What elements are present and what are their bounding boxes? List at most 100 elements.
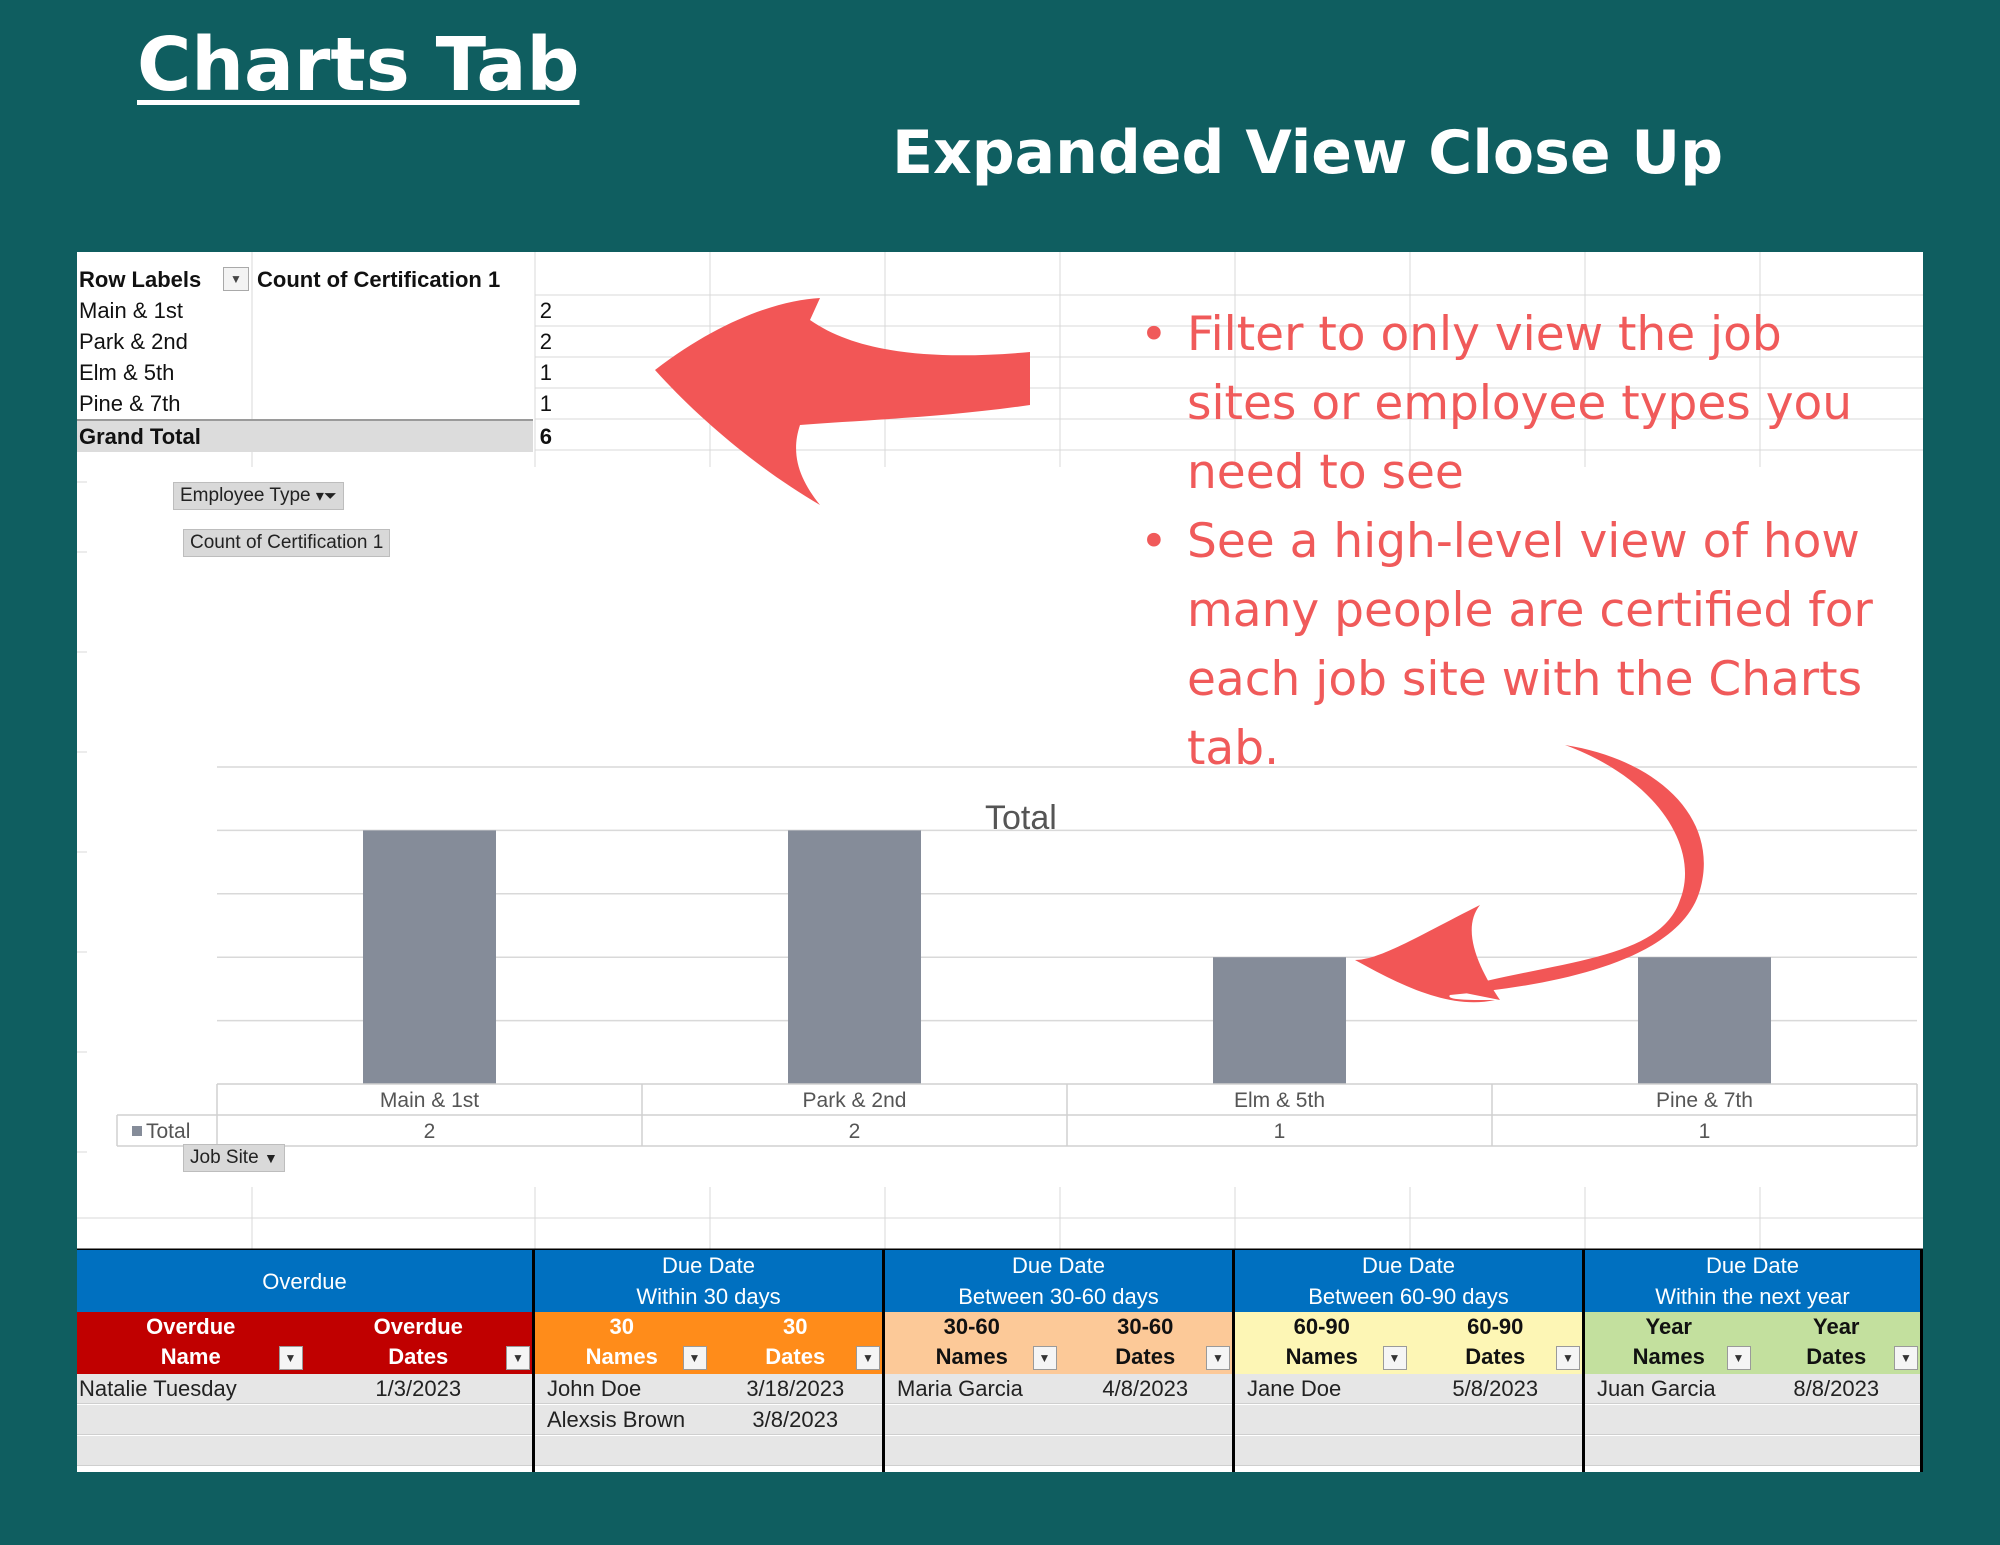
due-group: Overdue Overdue Name ▼ Overdue Dates ▼ Natali… — [77, 1250, 535, 1472]
group-header: Overdue — [77, 1250, 532, 1312]
column-header-label: Year Dates — [1806, 1314, 1867, 1369]
due-group: Due Date Between 30-60 days 30-60 Names ▼ 3… — [885, 1250, 1235, 1472]
date-cell[interactable] — [1058, 1405, 1232, 1435]
name-cell[interactable]: Jane Doe — [1235, 1374, 1409, 1404]
category-label: Park & 2nd — [803, 1089, 907, 1112]
data-label: 2 — [849, 1120, 861, 1143]
filter-dropdown-button[interactable]: ▼ — [1726, 1346, 1751, 1370]
callout-bullet: Filter to only view the job sites or emp… — [1140, 300, 1880, 507]
category-label: Main & 1st — [380, 1089, 479, 1112]
column-header: 60-90 Names ▼ — [1235, 1312, 1409, 1374]
name-cell[interactable]: Natalie Tuesday — [77, 1374, 305, 1404]
pivot-row-value: 2 — [539, 329, 552, 354]
name-cell[interactable] — [77, 1436, 305, 1466]
date-cell[interactable]: 3/18/2023 — [708, 1374, 882, 1404]
column-header-label: 30 Names — [585, 1314, 658, 1369]
date-cell[interactable] — [1058, 1436, 1232, 1466]
job-site-axis-button[interactable]: Job Site ▼ — [183, 1144, 285, 1172]
callout-bullets: Filter to only view the job sites or emp… — [1140, 300, 1880, 783]
pivot-row-value: 1 — [539, 360, 552, 385]
filter-dropdown-button[interactable]: ▼ — [1206, 1346, 1230, 1370]
name-cell[interactable]: John Doe — [535, 1374, 709, 1404]
date-cell[interactable]: 8/8/2023 — [1752, 1374, 1920, 1404]
callout-bullet: See a high-level view of how many people… — [1140, 507, 1880, 783]
group-header: Due Date Within the next year — [1585, 1250, 1920, 1312]
bar-2 — [1213, 957, 1346, 1084]
column-header-label: 30-60 Dates — [1115, 1314, 1176, 1369]
name-cell[interactable]: Maria Garcia — [885, 1374, 1059, 1404]
category-label: Pine & 7th — [1656, 1089, 1753, 1112]
name-cell[interactable]: Alexsis Brown — [535, 1405, 709, 1435]
column-header: 60-90 Dates ▼ — [1408, 1312, 1582, 1374]
date-cell[interactable]: 5/8/2023 — [1408, 1374, 1582, 1404]
group-header: Due Date Between 30-60 days — [885, 1250, 1232, 1312]
date-cell[interactable]: 1/3/2023 — [304, 1374, 532, 1404]
date-cell[interactable]: 4/8/2023 — [1058, 1374, 1232, 1404]
grand-total-label: Grand Total — [79, 424, 201, 449]
filter-dropdown-button[interactable]: ▼ — [1556, 1346, 1580, 1370]
legend-key — [132, 1126, 142, 1136]
data-label: 1 — [1274, 1120, 1286, 1143]
column-header: 30 Names ▼ — [535, 1312, 709, 1374]
bar-3 — [1638, 957, 1771, 1084]
column-header-label: Year Names — [1632, 1314, 1705, 1369]
name-cell[interactable] — [885, 1436, 1059, 1466]
column-header-label: Overdue Name — [146, 1314, 236, 1369]
group-header: Due Date Within 30 days — [535, 1250, 882, 1312]
column-header: 30 Dates ▼ — [708, 1312, 882, 1374]
pivot-grand-total-row: Grand Total 6 — [77, 419, 552, 452]
due-group: Due Date Within the next year Year Names ▼… — [1585, 1250, 1923, 1472]
page-title: Charts Tab — [137, 22, 580, 108]
group-header: Due Date Between 60-90 days — [1235, 1250, 1582, 1312]
pivot-row-value: 2 — [539, 298, 552, 323]
date-cell[interactable] — [1752, 1405, 1920, 1435]
name-cell[interactable] — [535, 1436, 709, 1466]
name-cell[interactable] — [1585, 1405, 1753, 1435]
due-group: Due Date Within 30 days 30 Names ▼ 30 Dates… — [535, 1250, 885, 1472]
data-label: 2 — [424, 1120, 436, 1143]
filter-dropdown-button[interactable]: ▼ — [856, 1346, 880, 1370]
pivot-row-label: Pine & 7th — [79, 391, 181, 416]
legend-total-label: Total — [146, 1120, 190, 1143]
name-cell[interactable] — [1235, 1436, 1409, 1466]
column-header: 30-60 Names ▼ — [885, 1312, 1059, 1374]
date-cell[interactable] — [708, 1436, 882, 1466]
column-header: Year Names ▼ — [1585, 1312, 1753, 1374]
filter-dropdown-button[interactable]: ▼ — [682, 1346, 707, 1370]
due-group: Due Date Between 60-90 days 60-90 Names ▼ 6… — [1235, 1250, 1585, 1472]
row-labels-filter-button[interactable]: ▼ — [223, 267, 249, 291]
column-header: Overdue Name ▼ — [77, 1312, 305, 1374]
date-cell[interactable] — [1408, 1436, 1582, 1466]
date-cell[interactable] — [304, 1405, 532, 1435]
pivot-row-label: Park & 2nd — [79, 329, 188, 354]
name-cell[interactable] — [885, 1405, 1059, 1435]
filter-dropdown-button[interactable]: ▼ — [278, 1346, 303, 1370]
column-header-label: 60-90 Names — [1285, 1314, 1358, 1369]
column-header-label: 30 Dates — [765, 1314, 826, 1369]
date-cell[interactable] — [1408, 1405, 1582, 1435]
grand-total-value: 6 — [539, 424, 552, 449]
filter-dropdown-button[interactable]: ▼ — [1032, 1346, 1057, 1370]
column-header: Year Dates ▼ — [1752, 1312, 1920, 1374]
pivot-header-row: Row Labels ▼ Count of Certification 1 — [77, 264, 537, 295]
date-cell[interactable] — [304, 1436, 532, 1466]
chevron-down-icon: ▼ — [263, 1150, 278, 1166]
name-cell[interactable] — [1585, 1436, 1753, 1466]
bar-0 — [363, 830, 496, 1084]
data-label: 1 — [1699, 1120, 1711, 1143]
pivot-row-label: Elm & 5th — [79, 360, 175, 385]
name-cell[interactable]: Juan Garcia — [1585, 1374, 1753, 1404]
page-subtitle: Expanded View Close Up — [892, 118, 1724, 188]
filter-dropdown-button[interactable]: ▼ — [1382, 1346, 1407, 1370]
column-header-label: 60-90 Dates — [1465, 1314, 1526, 1369]
filter-dropdown-button[interactable]: ▼ — [1894, 1346, 1918, 1370]
name-cell[interactable] — [1235, 1405, 1409, 1435]
filter-dropdown-button[interactable]: ▼ — [506, 1346, 530, 1370]
due-date-table: Overdue Overdue Name ▼ Overdue Dates ▼ Natali… — [77, 1250, 1923, 1472]
date-cell[interactable] — [1752, 1436, 1920, 1466]
name-cell[interactable] — [77, 1405, 305, 1435]
bar-1 — [788, 830, 921, 1084]
date-cell[interactable]: 3/8/2023 — [708, 1405, 882, 1435]
column-header: Overdue Dates ▼ — [304, 1312, 532, 1374]
row-labels-header: Row Labels — [79, 267, 202, 292]
